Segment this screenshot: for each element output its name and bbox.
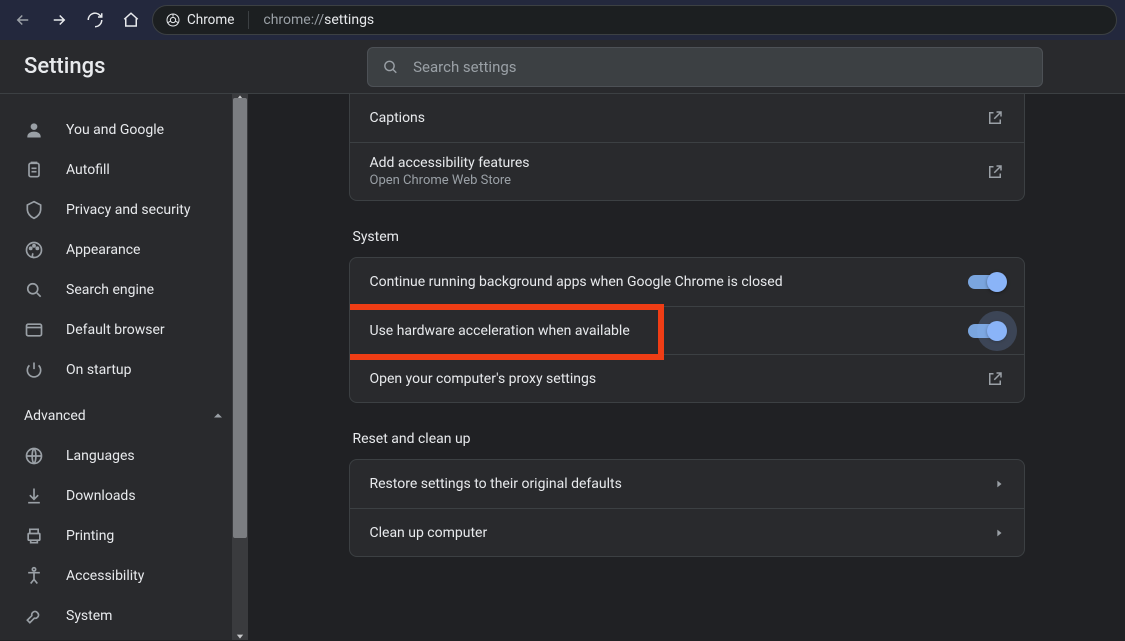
sidebar-item-label: Printing [66,528,114,544]
open-external-icon [986,163,1004,181]
sidebar-item-default-browser[interactable]: Default browser [0,310,248,350]
page-title: Settings [24,54,105,79]
sidebar-item-autofill[interactable]: Autofill [0,150,248,190]
page-header: Settings [0,40,1125,94]
chrome-icon [165,12,181,28]
row-proxy-settings[interactable]: Open your computer's proxy settings [350,354,1024,402]
section-label-system: System [353,229,1025,245]
sidebar-item-label: System [66,608,112,624]
home-button[interactable] [116,5,146,35]
sidebar-item-accessibility[interactable]: Accessibility [0,556,248,596]
sidebar-item-label: Accessibility [66,568,144,584]
sidebar-item-you-and-google[interactable]: You and Google [0,110,248,150]
row-hardware-acceleration[interactable]: Use hardware acceleration when available [350,306,1024,354]
row-restore-defaults[interactable]: Restore settings to their original defau… [350,460,1024,508]
globe-icon [24,446,44,466]
search-settings-input[interactable] [413,58,1028,76]
sidebar-item-label: Default browser [66,322,165,338]
address-bar[interactable]: Chrome chrome://settings [152,5,1117,35]
toggle-hardware-acceleration[interactable] [968,324,1004,338]
sidebar: You and Google Autofill Privacy and secu… [0,94,248,640]
chevron-right-icon [994,479,1004,489]
sidebar-scrollbar[interactable] [232,94,248,640]
palette-icon [24,240,44,260]
row-label: Continue running background apps when Go… [370,274,783,290]
forward-button[interactable] [44,5,74,35]
sidebar-item-printing[interactable]: Printing [0,516,248,556]
sidebar-item-label: You and Google [66,122,164,138]
reset-section-card: Restore settings to their original defau… [349,459,1025,557]
row-sublabel: Open Chrome Web Store [370,173,530,188]
sidebar-item-appearance[interactable]: Appearance [0,230,248,270]
toggle-background-apps[interactable] [968,275,1004,289]
row-label: Open your computer's proxy settings [370,371,597,387]
reload-button[interactable] [80,5,110,35]
search-icon [24,280,44,300]
row-background-apps[interactable]: Continue running background apps when Go… [350,258,1024,306]
sidebar-item-label: Appearance [66,242,140,258]
row-captions[interactable]: Captions [350,94,1024,142]
row-label: Use hardware acceleration when available [370,323,630,339]
clipboard-icon [24,160,44,180]
row-clean-up-computer[interactable]: Clean up computer [350,508,1024,556]
browser-icon [24,320,44,340]
sidebar-item-label: Search engine [66,282,154,298]
sidebar-item-languages[interactable]: Languages [0,436,248,476]
open-external-icon [986,109,1004,127]
sidebar-item-label: Downloads [66,488,136,504]
sidebar-item-system[interactable]: System [0,596,248,636]
wrench-icon [24,606,44,626]
section-label-reset: Reset and clean up [353,431,1025,447]
chevron-up-icon [212,410,224,422]
search-icon [382,58,399,76]
accessibility-icon [24,566,44,586]
sidebar-item-label: Privacy and security [66,202,190,218]
omnibox-url: chrome://settings [263,12,374,28]
sidebar-item-label: Autofill [66,162,110,178]
power-icon [24,360,44,380]
scrollbar-thumb[interactable] [233,98,247,538]
person-icon [24,120,44,140]
omnibox-label: Chrome [187,12,234,28]
accessibility-section-card: Captions Add accessibility features Open… [349,94,1025,201]
row-label: Captions [370,110,426,126]
download-icon [24,486,44,506]
row-label: Clean up computer [370,525,488,541]
sidebar-item-label: Languages [66,448,135,464]
row-add-accessibility-features[interactable]: Add accessibility features Open Chrome W… [350,142,1024,200]
back-button[interactable] [8,5,38,35]
shield-icon [24,200,44,220]
sidebar-item-label: On startup [66,362,132,378]
row-label: Restore settings to their original defau… [370,476,622,492]
search-settings-box[interactable] [367,47,1043,87]
chevron-right-icon [994,528,1004,538]
row-label: Add accessibility features [370,155,530,171]
system-section-card: Continue running background apps when Go… [349,257,1025,403]
sidebar-item-search-engine[interactable]: Search engine [0,270,248,310]
main-content: Captions Add accessibility features Open… [248,94,1125,640]
sidebar-section-advanced[interactable]: Advanced [0,396,248,436]
advanced-label: Advanced [24,408,86,424]
omnibox-separator [248,11,249,29]
sidebar-item-privacy[interactable]: Privacy and security [0,190,248,230]
browser-toolbar: Chrome chrome://settings [0,0,1125,40]
printer-icon [24,526,44,546]
sidebar-item-downloads[interactable]: Downloads [0,476,248,516]
open-external-icon [986,370,1004,388]
sidebar-item-on-startup[interactable]: On startup [0,350,248,390]
